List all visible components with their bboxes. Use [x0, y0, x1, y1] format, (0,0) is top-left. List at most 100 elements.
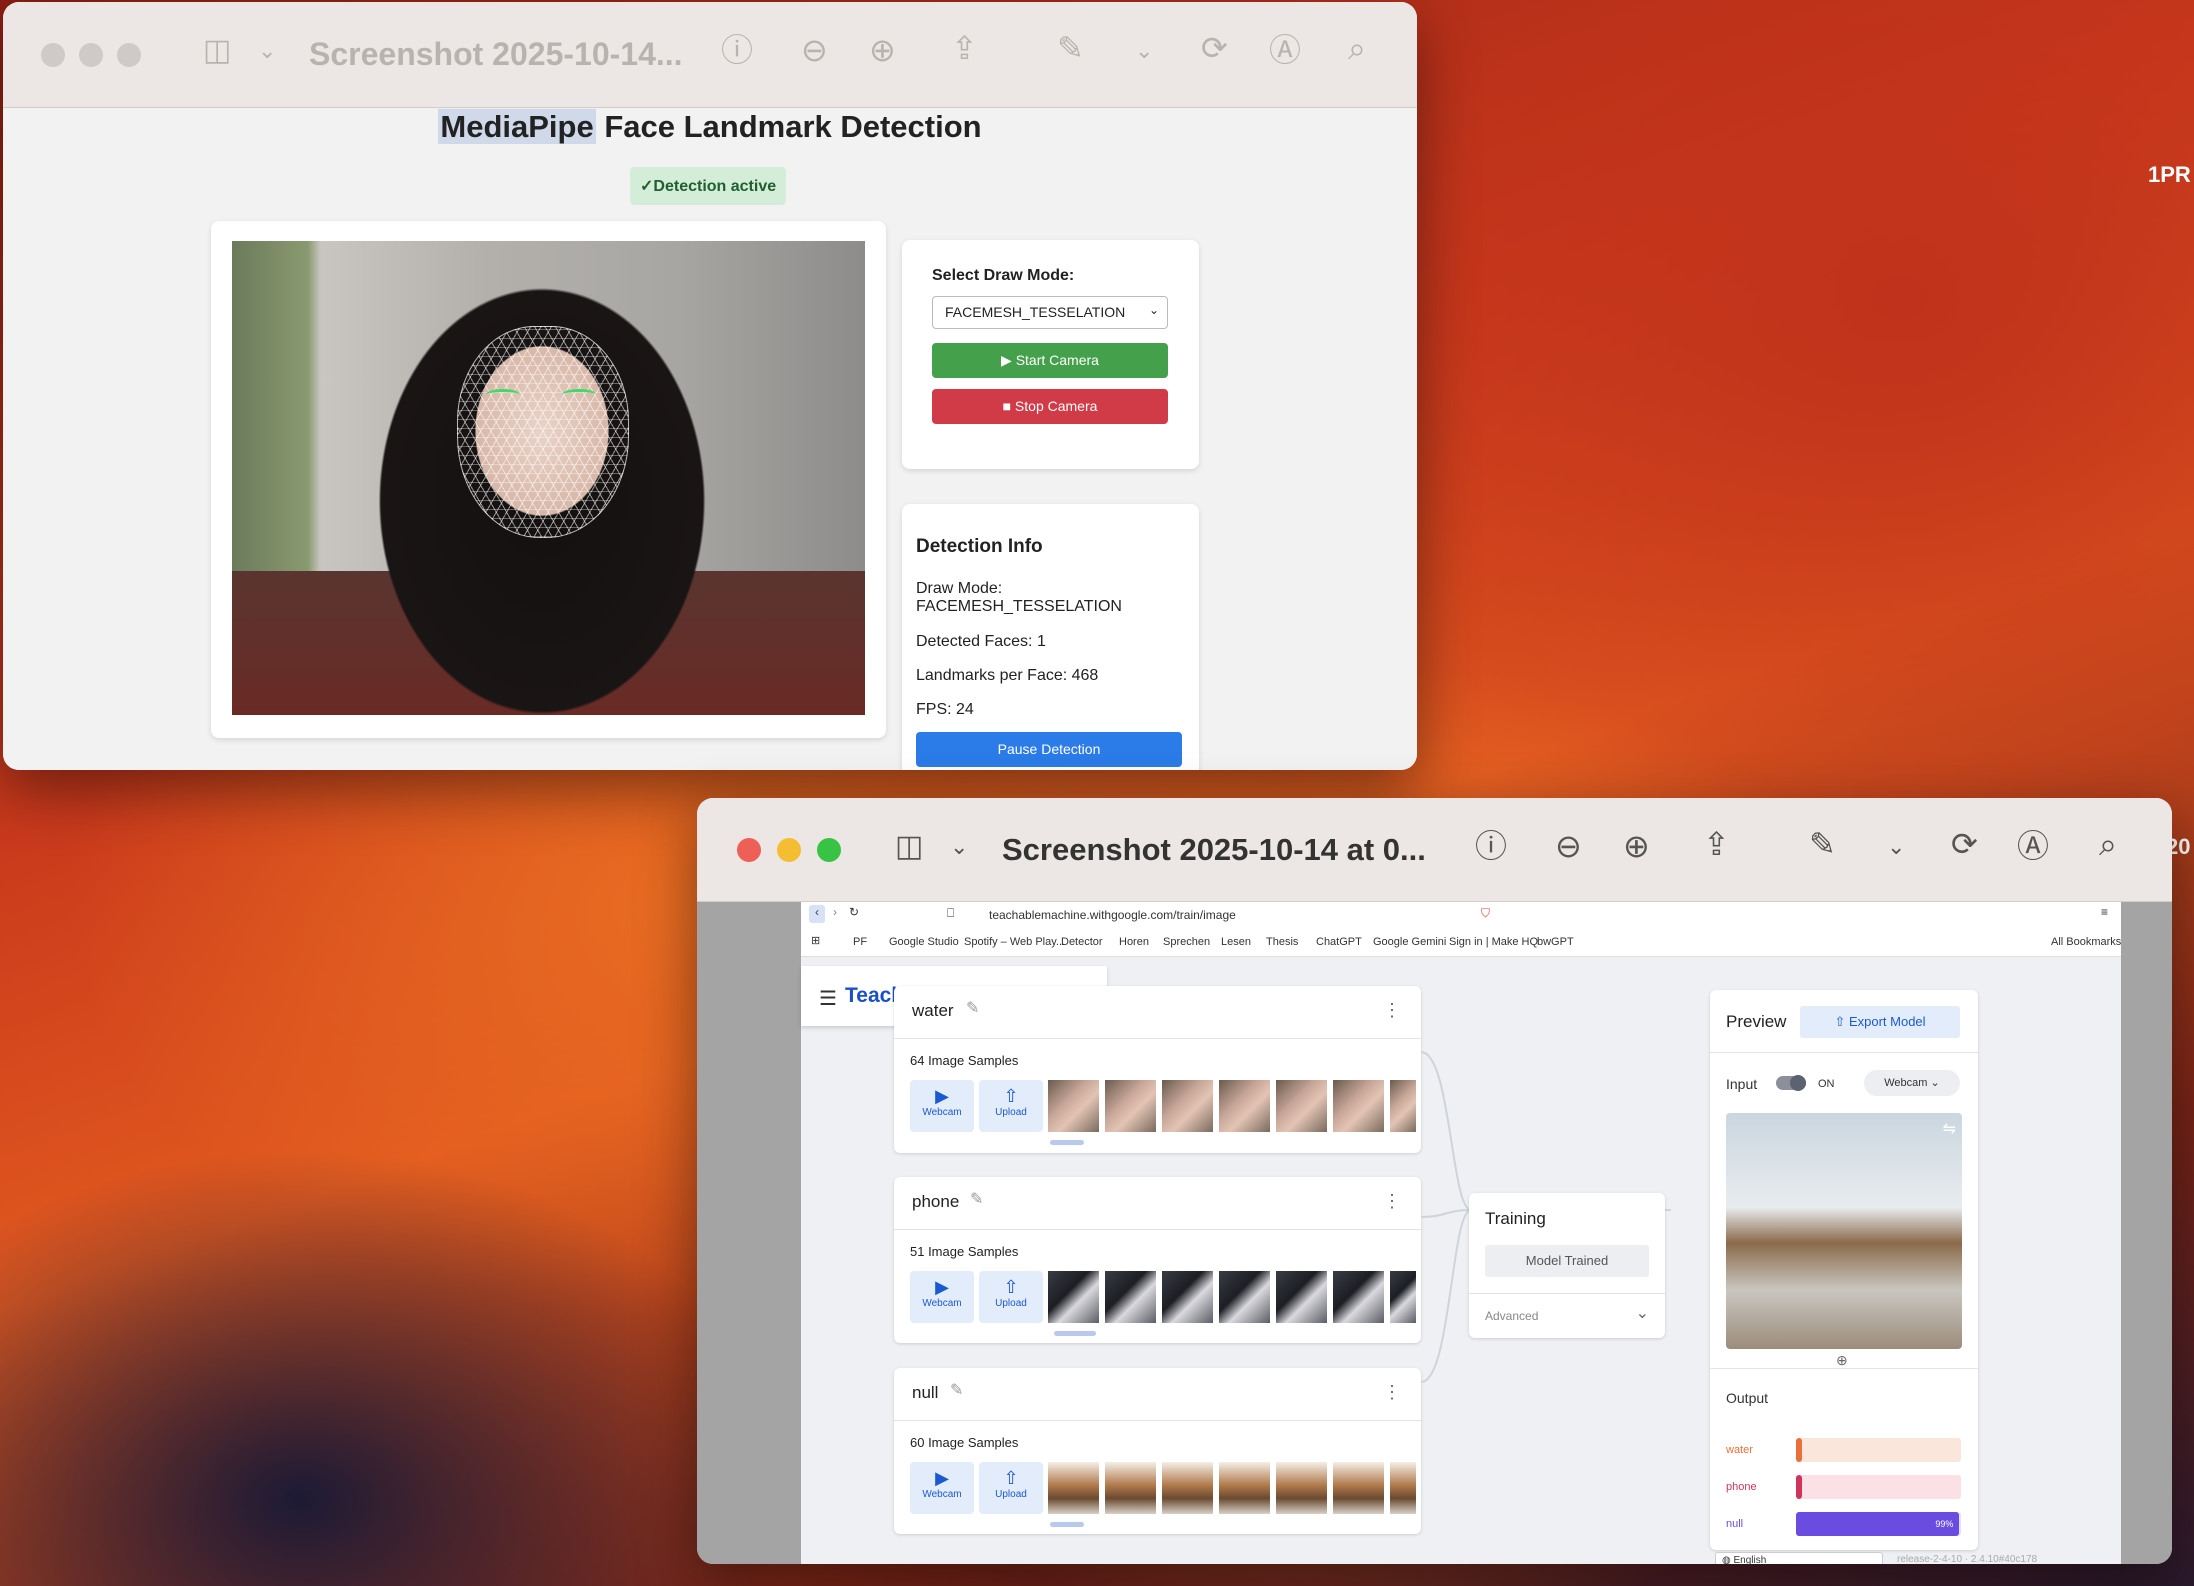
bookmark-item[interactable]: Sprechen [1163, 936, 1210, 948]
url-bar[interactable]: teachablemachine.withgoogle.com/train/im… [989, 908, 1236, 922]
upload-button[interactable]: ⇧ Upload [979, 1462, 1043, 1514]
sample-thumbnail[interactable] [1219, 1271, 1270, 1323]
bookmark-item[interactable]: ChatGPT [1316, 936, 1362, 948]
sample-thumbnail[interactable] [1333, 1462, 1384, 1514]
advanced-toggle[interactable]: Advanced [1485, 1309, 1538, 1323]
sample-thumbnail[interactable] [1390, 1462, 1416, 1514]
markup-pen-icon[interactable]: ✎ [1809, 828, 1836, 860]
bookmark-item[interactable]: PF [853, 936, 867, 948]
sample-thumbnail[interactable] [1276, 1271, 1327, 1323]
close-button[interactable] [737, 837, 761, 862]
thumbnail-scroll-indicator[interactable] [1050, 1522, 1084, 1527]
bookmark-item[interactable]: Lesen [1221, 936, 1251, 948]
sample-thumbnail[interactable] [1390, 1271, 1416, 1323]
back-icon[interactable]: ‹ [809, 905, 825, 923]
annotate-icon[interactable]: Ⓐ [2017, 830, 2049, 862]
sample-thumbnail[interactable] [1162, 1080, 1213, 1132]
upload-button[interactable]: ⇧ Upload [979, 1271, 1043, 1323]
sample-thumbnail[interactable] [1219, 1462, 1270, 1514]
close-button[interactable] [41, 42, 65, 67]
edit-pencil-icon[interactable]: ✎ [950, 1380, 963, 1400]
sample-thumbnail[interactable] [1162, 1271, 1213, 1323]
model-trained-button[interactable]: Model Trained [1485, 1245, 1649, 1277]
menu-icon[interactable]: ≡ [2101, 905, 2108, 919]
minimize-button[interactable] [79, 42, 103, 67]
sample-thumbnail[interactable] [1105, 1462, 1156, 1514]
upload-button[interactable]: ⇧ Upload [979, 1080, 1043, 1132]
sample-thumbnail[interactable] [1219, 1080, 1270, 1132]
chevron-down-icon[interactable]: ⌄ [258, 40, 276, 62]
bookmark-item[interactable]: Spotify – Web Play... [964, 936, 1065, 948]
zoom-button[interactable] [817, 837, 841, 862]
more-options-icon[interactable]: ⋮ [1383, 1382, 1401, 1403]
class-name[interactable]: water [912, 1001, 954, 1021]
hamburger-menu-icon[interactable]: ☰ [819, 986, 837, 1011]
more-options-icon[interactable]: ⋮ [1383, 1191, 1401, 1212]
info-icon[interactable]: ⓘ [721, 34, 753, 66]
input-toggle[interactable] [1776, 1075, 1806, 1091]
chevron-down-icon[interactable]: ⌄ [1636, 1303, 1649, 1323]
search-icon[interactable]: ⌕ [2099, 828, 2117, 860]
forward-icon[interactable]: › [833, 905, 837, 919]
zoom-in-icon[interactable]: ⊕ [869, 34, 896, 66]
chevron-down-icon[interactable]: ⌄ [1135, 40, 1153, 62]
sample-thumbnail[interactable] [1276, 1080, 1327, 1132]
zoom-in-icon[interactable]: ⊕ [1623, 830, 1650, 862]
bookmark-item[interactable]: bwGPT [1537, 936, 1574, 948]
source-dropdown[interactable]: Webcam ⌄ [1864, 1070, 1960, 1096]
sample-thumbnail[interactable] [1390, 1080, 1416, 1132]
sample-thumbnail[interactable] [1048, 1462, 1099, 1514]
sidebar-icon[interactable]: ◫ [895, 832, 923, 862]
webcam-button[interactable]: ▶ Webcam [910, 1462, 974, 1514]
annotate-icon[interactable]: Ⓐ [1269, 34, 1301, 66]
sample-thumbnail[interactable] [1048, 1080, 1099, 1132]
all-bookmarks[interactable]: All Bookmarks [2051, 936, 2121, 948]
sidebar-icon[interactable]: ◫ [203, 36, 231, 66]
share-icon[interactable]: ⇪ [1703, 828, 1730, 860]
draw-mode-select[interactable]: FACEMESH_TESSELATION ⌄ [932, 296, 1168, 329]
zoom-out-icon[interactable]: ⊖ [1555, 830, 1582, 862]
sample-thumbnail[interactable] [1162, 1462, 1213, 1514]
edit-pencil-icon[interactable]: ✎ [966, 998, 979, 1018]
bookmark-item[interactable]: Horen [1119, 936, 1149, 948]
zoom-button[interactable] [117, 42, 141, 67]
start-camera-button[interactable]: ▶ Start Camera [932, 343, 1168, 378]
class-name[interactable]: null [912, 1383, 938, 1403]
bookmark-item[interactable]: Thesis [1266, 936, 1298, 948]
pause-detection-button[interactable]: Pause Detection [916, 732, 1182, 767]
thumbnail-scroll-indicator[interactable] [1054, 1331, 1096, 1336]
edit-pencil-icon[interactable]: ✎ [970, 1189, 983, 1209]
sample-thumbnail[interactable] [1276, 1462, 1327, 1514]
apps-icon[interactable]: ⊞ [811, 934, 820, 947]
webcam-button[interactable]: ▶ Webcam [910, 1080, 974, 1132]
stop-camera-button[interactable]: ■ Stop Camera [932, 389, 1168, 424]
extensions-icon[interactable]: ⛉ [1481, 906, 1490, 921]
share-icon[interactable]: ⇪ [951, 32, 978, 64]
bookmark-item[interactable]: Sign in | Make HQ [1449, 936, 1538, 948]
more-options-icon[interactable]: ⋮ [1383, 1000, 1401, 1021]
bookmark-item[interactable]: Detector [1061, 936, 1103, 948]
chevron-down-icon[interactable]: ⌄ [950, 836, 968, 858]
bookmark-item[interactable]: Google Gemini [1373, 936, 1446, 948]
search-icon[interactable]: ⌕ [1348, 32, 1366, 64]
chevron-down-icon[interactable]: ⌄ [1887, 836, 1905, 858]
sample-thumbnail[interactable] [1048, 1271, 1099, 1323]
webcam-button[interactable]: ▶ Webcam [910, 1271, 974, 1323]
markup-pen-icon[interactable]: ✎ [1057, 32, 1084, 64]
minimize-button[interactable] [777, 837, 801, 862]
rotate-icon[interactable]: ⟳ [1951, 828, 1978, 860]
info-icon[interactable]: ⓘ [1475, 830, 1507, 862]
sample-thumbnail[interactable] [1333, 1080, 1384, 1132]
export-model-button[interactable]: ⇧ Export Model [1800, 1006, 1960, 1038]
bookmark-icon[interactable]: ⎕ [947, 906, 954, 921]
thumbnail-scroll-indicator[interactable] [1050, 1140, 1084, 1145]
rotate-icon[interactable]: ⟳ [1201, 32, 1228, 64]
sample-thumbnail[interactable] [1333, 1271, 1384, 1323]
bookmark-item[interactable]: Google Studio [889, 936, 959, 948]
sample-thumbnail[interactable] [1105, 1271, 1156, 1323]
reload-icon[interactable]: ↻ [849, 905, 859, 919]
sample-thumbnail[interactable] [1105, 1080, 1156, 1132]
language-selector[interactable]: ◍ English [1715, 1552, 1883, 1564]
zoom-out-icon[interactable]: ⊖ [801, 34, 828, 66]
flip-camera-icon[interactable]: ⇋ [1943, 1119, 1956, 1139]
